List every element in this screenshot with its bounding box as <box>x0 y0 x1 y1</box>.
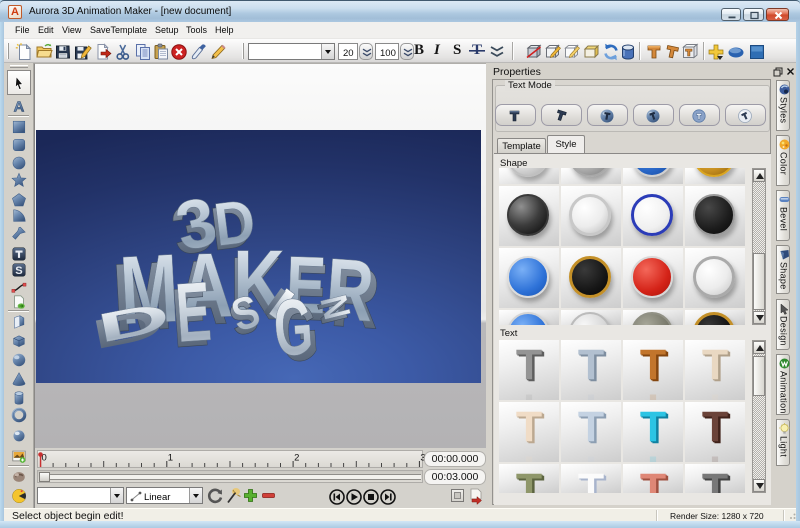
svg-text:S: S <box>15 265 22 277</box>
svg-text:1: 1 <box>168 453 173 464</box>
svg-text:G: G <box>271 283 316 374</box>
svg-text:A: A <box>14 98 25 115</box>
svg-text:2: 2 <box>294 453 299 464</box>
svg-text:E: E <box>173 264 214 360</box>
svg-text:R: R <box>323 240 377 340</box>
